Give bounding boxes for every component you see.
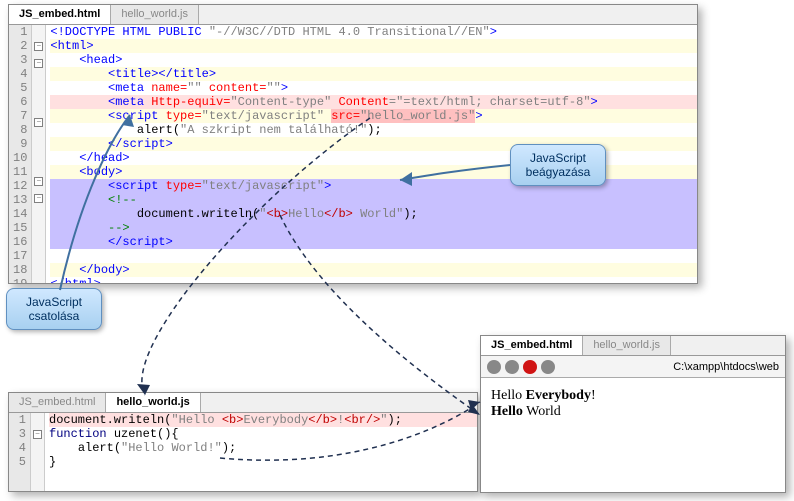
browser-content: Hello Everybody!Hello World [481,378,785,430]
code-line[interactable]: <head> [50,53,697,67]
tab-hello_world-js[interactable]: hello_world.js [583,336,671,355]
code-line[interactable]: </html> [50,277,697,283]
nav-forward-icon[interactable] [505,360,519,374]
code-line[interactable]: <meta name="" content=""> [50,81,697,95]
line-number: 4 [13,441,26,455]
main-fold-column: − − − − − [32,25,46,283]
code-line[interactable]: --> [50,221,697,235]
tab-hello_world-js[interactable]: hello_world.js [106,393,200,412]
line-number: 18 [13,263,27,277]
code-line[interactable]: <!-- [50,193,697,207]
line-number: 13 [13,193,27,207]
code-line[interactable]: </script> [50,235,697,249]
code-line[interactable]: alert("A szkript nem található!"); [50,123,697,137]
code-line[interactable]: document.writeln("Hello <b>Everybody</b>… [49,413,477,427]
browser-output-line: Hello Everybody! [491,388,775,404]
fold-toggle-icon[interactable]: − [34,42,43,51]
fold-toggle-icon[interactable]: − [34,194,43,203]
main-editor-tabs: JS_embed.htmlhello_world.js [9,5,697,25]
line-number: 11 [13,165,27,179]
line-number: 10 [13,151,27,165]
line-number: 1 [13,413,26,427]
second-editor-pane: JS_embed.htmlhello_world.js 1345 − docum… [8,392,478,492]
line-number: 15 [13,221,27,235]
nav-back-icon[interactable] [487,360,501,374]
line-number: 3 [13,427,26,441]
stop-icon[interactable] [523,360,537,374]
browser-tabs: JS_embed.htmlhello_world.js [481,336,785,356]
code-line[interactable]: <title></title> [50,67,697,81]
fold-toggle-icon[interactable]: − [34,118,43,127]
fold-toggle-icon[interactable]: − [33,430,42,439]
second-fold-column: − [31,413,45,491]
code-line[interactable]: function uzenet(){ [49,427,477,441]
second-line-gutter: 1345 [9,413,31,491]
line-number: 8 [13,123,27,137]
line-number: 12 [13,179,27,193]
browser-toolbar: C:\xampp\htdocs\web [481,356,785,378]
line-number: 17 [13,249,27,263]
fold-toggle-icon[interactable]: − [34,177,43,186]
code-line[interactable]: <!DOCTYPE HTML PUBLIC "-//W3C//DTD HTML … [50,25,697,39]
tab-JS_embed-html[interactable]: JS_embed.html [9,5,111,24]
line-number: 5 [13,455,26,469]
line-number: 6 [13,95,27,109]
line-number: 3 [13,53,27,67]
callout-attach: JavaScript csatolása [6,288,102,330]
main-line-gutter: 12345678910111213141516171819 [9,25,32,283]
callout-attach-l2: csatolása [17,309,91,323]
second-code-lines[interactable]: document.writeln("Hello <b>Everybody</b>… [45,413,477,491]
line-number: 16 [13,235,27,249]
line-number: 19 [13,277,27,283]
callout-embed-l1: JavaScript [521,151,595,165]
callout-embed: JavaScript beágyazása [510,144,606,186]
second-editor-tabs: JS_embed.htmlhello_world.js [9,393,477,413]
tab-JS_embed-html[interactable]: JS_embed.html [481,336,583,355]
line-number: 5 [13,81,27,95]
code-line[interactable]: <script type="text/javascript" src="hell… [50,109,697,123]
reload-icon[interactable] [541,360,555,374]
second-code-area: 1345 − document.writeln("Hello <b>Everyb… [9,413,477,491]
line-number: 9 [13,137,27,151]
fold-toggle-icon[interactable]: − [34,59,43,68]
tab-JS_embed-html[interactable]: JS_embed.html [9,393,106,412]
line-number: 4 [13,67,27,81]
code-line[interactable]: </body> [50,263,697,277]
browser-preview-pane: JS_embed.htmlhello_world.js C:\xampp\htd… [480,335,786,493]
line-number: 7 [13,109,27,123]
code-line[interactable]: alert("Hello World!"); [49,441,477,455]
line-number: 1 [13,25,27,39]
browser-output-line: Hello World [491,404,775,420]
code-line[interactable]: <meta Http-equiv="Content-type" Content=… [50,95,697,109]
line-number: 14 [13,207,27,221]
code-line[interactable]: document.writeln("<b>Hello</b> World"); [50,207,697,221]
line-number: 2 [13,39,27,53]
callout-attach-l1: JavaScript [17,295,91,309]
tab-hello_world-js[interactable]: hello_world.js [111,5,199,24]
code-line[interactable]: } [49,455,477,469]
code-line[interactable]: <html> [50,39,697,53]
code-line[interactable] [50,249,697,263]
address-text: C:\xampp\htdocs\web [673,361,779,373]
callout-embed-l2: beágyazása [521,165,595,179]
